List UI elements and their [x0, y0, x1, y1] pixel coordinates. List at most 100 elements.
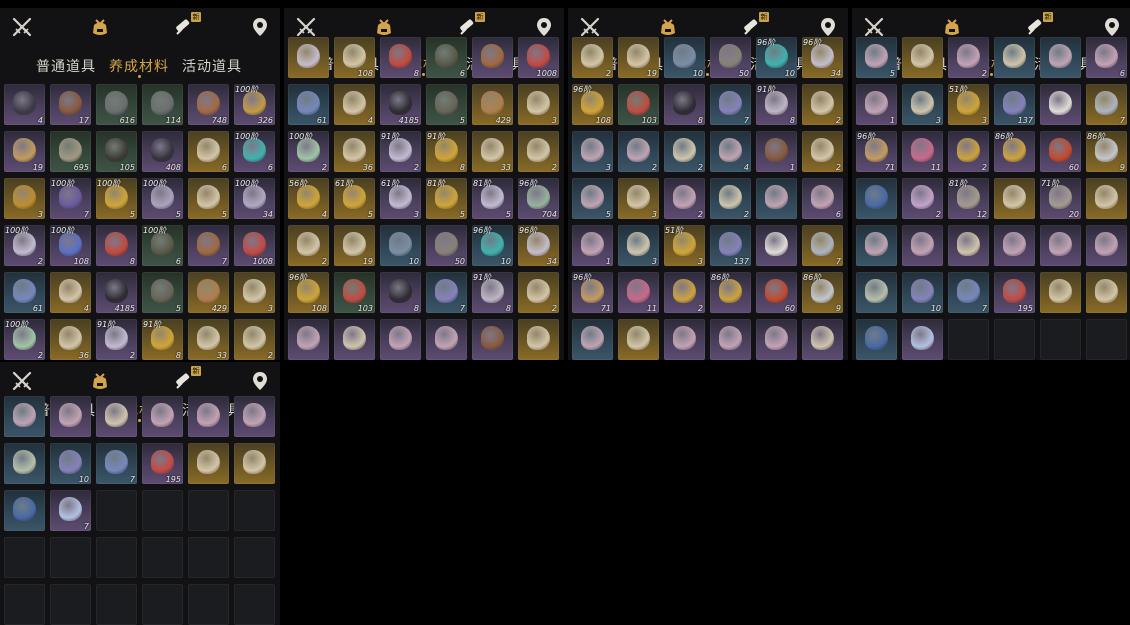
item-slot[interactable]: 408 — [142, 131, 183, 172]
item-slot[interactable]: 2 — [902, 178, 943, 219]
item-slot[interactable]: 2 — [664, 178, 705, 219]
item-slot[interactable]: 429 — [188, 272, 229, 313]
item-slot[interactable]: 7 — [802, 225, 843, 266]
item-slot[interactable] — [856, 272, 897, 313]
item-slot[interactable]: 103 — [334, 272, 375, 313]
item-slot[interactable]: 91阶 8 — [472, 272, 513, 313]
item-slot[interactable]: 3 — [518, 84, 559, 125]
item-slot[interactable]: 137 — [710, 225, 751, 266]
item-slot[interactable]: 2 — [572, 37, 613, 78]
item-slot[interactable]: 5 — [572, 178, 613, 219]
item-slot[interactable]: 2 — [518, 131, 559, 172]
item-slot[interactable]: 7 — [948, 272, 989, 313]
item-slot[interactable]: 50 — [710, 37, 751, 78]
item-slot[interactable]: 96阶 10 — [756, 37, 797, 78]
item-slot[interactable]: 2 — [802, 84, 843, 125]
location-pin-icon[interactable] — [1100, 16, 1124, 38]
item-slot[interactable]: 86阶 — [710, 272, 751, 313]
item-slot[interactable]: 96阶 34 — [518, 225, 559, 266]
quest-scroll-icon[interactable]: 新 — [172, 12, 201, 38]
gold-bag-icon[interactable] — [940, 16, 964, 38]
item-slot[interactable]: 100阶 5 — [96, 178, 137, 219]
item-slot[interactable]: 86阶 — [994, 131, 1035, 172]
item-slot[interactable] — [1086, 225, 1127, 266]
item-slot[interactable]: 10 — [50, 443, 91, 484]
item-slot[interactable]: 616 — [96, 84, 137, 125]
item-slot[interactable]: 96阶 71 — [572, 272, 613, 313]
item-slot[interactable]: 10 — [380, 225, 421, 266]
crossed-swords-icon[interactable] — [10, 16, 34, 38]
item-slot[interactable] — [856, 225, 897, 266]
item-slot[interactable]: 6 — [1086, 37, 1127, 78]
item-slot[interactable]: 2 — [288, 225, 329, 266]
item-slot[interactable] — [472, 37, 513, 78]
item-slot[interactable]: 100阶 2 — [288, 131, 329, 172]
quest-scroll-icon[interactable]: 新 — [456, 12, 485, 38]
item-slot[interactable]: 51阶 3 — [948, 84, 989, 125]
item-slot[interactable]: 33 — [472, 131, 513, 172]
item-slot[interactable]: 3 — [618, 225, 659, 266]
item-slot[interactable] — [142, 396, 183, 437]
item-slot[interactable]: 1 — [756, 131, 797, 172]
crossed-swords-icon[interactable] — [578, 16, 602, 38]
item-slot[interactable]: 7 — [426, 272, 467, 313]
item-slot[interactable] — [96, 396, 137, 437]
item-slot[interactable]: 137 — [994, 84, 1035, 125]
item-slot[interactable]: 5 — [142, 272, 183, 313]
item-slot[interactable]: 100阶 326 — [234, 84, 275, 125]
item-slot[interactable]: 2 — [664, 131, 705, 172]
item-slot[interactable]: 19 — [4, 131, 45, 172]
item-slot[interactable] — [994, 225, 1035, 266]
item-slot[interactable] — [234, 443, 275, 484]
item-slot[interactable] — [756, 178, 797, 219]
item-slot[interactable] — [380, 319, 421, 360]
item-slot[interactable]: 8 — [664, 84, 705, 125]
quest-scroll-icon[interactable]: 新 — [172, 366, 201, 392]
item-slot[interactable]: 56阶 4 — [288, 178, 329, 219]
item-slot[interactable]: 91阶 8 — [142, 319, 183, 360]
item-slot[interactable]: 96阶 108 — [288, 272, 329, 313]
item-slot[interactable]: 61 — [4, 272, 45, 313]
item-slot[interactable]: 748 — [188, 84, 229, 125]
item-slot[interactable]: 4 — [334, 84, 375, 125]
item-slot[interactable]: 3 — [4, 178, 45, 219]
item-slot[interactable] — [1086, 178, 1127, 219]
location-pin-icon[interactable] — [816, 16, 840, 38]
item-slot[interactable]: 4 — [4, 84, 45, 125]
item-slot[interactable]: 81阶 5 — [472, 178, 513, 219]
item-slot[interactable]: 61阶 3 — [380, 178, 421, 219]
item-slot[interactable]: 695 — [50, 131, 91, 172]
item-slot[interactable]: 1008 — [234, 225, 275, 266]
item-slot[interactable]: 2 — [518, 272, 559, 313]
item-slot[interactable]: 3 — [902, 84, 943, 125]
item-slot[interactable] — [756, 225, 797, 266]
item-slot[interactable] — [50, 396, 91, 437]
item-slot[interactable] — [188, 396, 229, 437]
item-slot[interactable] — [4, 396, 45, 437]
item-slot[interactable] — [948, 225, 989, 266]
item-slot[interactable]: 17 — [50, 84, 91, 125]
item-slot[interactable]: 3 — [618, 178, 659, 219]
quest-scroll-icon[interactable]: 新 — [1024, 12, 1053, 38]
item-slot[interactable]: 86阶 9 — [802, 272, 843, 313]
location-pin-icon[interactable] — [248, 16, 272, 38]
item-slot[interactable] — [4, 490, 45, 531]
crossed-swords-icon[interactable] — [10, 370, 34, 392]
item-slot[interactable] — [518, 319, 559, 360]
item-slot[interactable] — [334, 319, 375, 360]
item-slot[interactable]: 2 — [802, 131, 843, 172]
item-slot[interactable] — [288, 319, 329, 360]
item-slot[interactable]: 108 — [334, 37, 375, 78]
item-slot[interactable]: 4 — [710, 131, 751, 172]
item-slot[interactable]: 1008 — [518, 37, 559, 78]
item-slot[interactable]: 105 — [96, 131, 137, 172]
item-slot[interactable]: 1 — [572, 225, 613, 266]
item-slot[interactable] — [664, 319, 705, 360]
item-slot[interactable] — [710, 319, 751, 360]
item-slot[interactable]: 4185 — [96, 272, 137, 313]
item-slot[interactable] — [234, 396, 275, 437]
item-slot[interactable] — [1040, 37, 1081, 78]
tab-normal-items[interactable]: 普通道具 — [36, 56, 96, 76]
item-slot[interactable] — [572, 319, 613, 360]
item-slot[interactable] — [994, 178, 1035, 219]
